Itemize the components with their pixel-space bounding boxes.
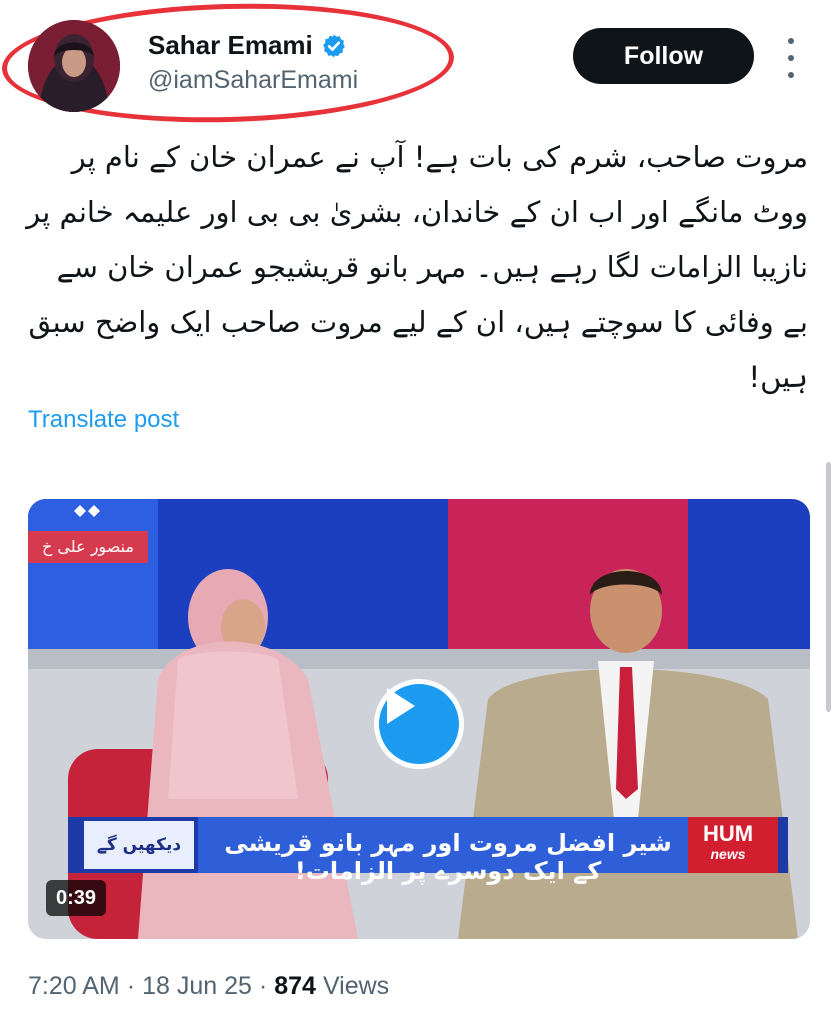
post-metadata: 7:20 AM · 18 Jun 25 · 874 Views — [28, 972, 389, 1001]
views-count: 874 — [274, 972, 316, 1000]
author-display-name[interactable]: Sahar Emami — [148, 30, 313, 61]
author-name-row: Sahar Emami — [148, 30, 347, 61]
more-dot — [788, 38, 794, 44]
play-icon — [387, 688, 415, 724]
video-player[interactable]: منصور علی خ دیکھیں گے شیر افضل مروت اور … — [28, 499, 810, 939]
scrollbar[interactable] — [826, 462, 831, 712]
more-vertical-icon[interactable] — [780, 38, 802, 78]
channel-logo-line1: HUM — [702, 821, 754, 846]
profile-avatar[interactable] — [28, 20, 120, 112]
channel-logo-line2: news — [710, 846, 746, 862]
post-header: Sahar Emami @iamSaharEmami Follow — [0, 0, 838, 128]
show-title-tag: منصور علی خ — [42, 537, 134, 556]
channel-logo: HUM news — [688, 822, 768, 874]
translate-post-link[interactable]: Translate post — [28, 406, 179, 434]
ticker-badge: دیکھیں گے — [96, 835, 182, 855]
views-label: Views — [322, 972, 390, 1000]
video-duration: 0:39 — [46, 880, 107, 916]
play-button[interactable] — [374, 679, 464, 769]
more-dot — [788, 55, 794, 61]
post-text: مروت صاحب، شرم کی بات ہے! آپ نے عمران خا… — [26, 140, 808, 394]
more-dot — [788, 72, 794, 78]
post-date[interactable]: 18 Jun 25 — [142, 972, 252, 1001]
follow-button[interactable]: Follow — [573, 28, 754, 84]
news-ticker-text: شیر افضل مروت اور مہر بانو قریشی کے ایک … — [224, 829, 672, 885]
meta-separator: · — [258, 972, 268, 1000]
verified-badge-icon — [322, 34, 345, 57]
post-time[interactable]: 7:20 AM — [28, 972, 120, 1001]
avatar-image — [28, 20, 120, 112]
author-handle[interactable]: @iamSaharEmami — [148, 66, 358, 95]
meta-separator: · — [126, 972, 136, 1000]
